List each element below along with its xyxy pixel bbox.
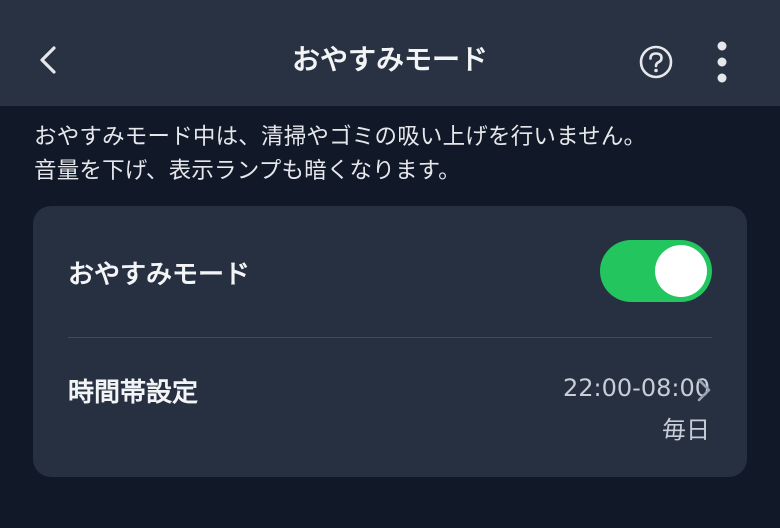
sleep-mode-toggle[interactable] <box>600 240 712 302</box>
chevron-left-icon <box>40 46 56 74</box>
time-range-label: 時間帯設定 <box>68 378 199 408</box>
chevron-right-icon <box>697 378 711 402</box>
toggle-knob <box>655 245 707 297</box>
app-header: おやすみモード <box>0 0 780 106</box>
time-range-value: 22:00-08:00 <box>563 374 710 402</box>
sleep-mode-description: おやすみモード中は、清掃やゴミの吸い上げを行いません。 音量を下げ、表示ランプも… <box>34 120 754 188</box>
help-button[interactable] <box>636 44 676 84</box>
more-menu-button[interactable] <box>708 38 736 86</box>
question-circle-icon <box>639 45 673 79</box>
more-vertical-icon <box>717 41 727 83</box>
back-button[interactable] <box>28 38 68 82</box>
time-range-repeat: 毎日 <box>662 416 710 444</box>
description-line-2: 音量を下げ、表示ランプも暗くなります。 <box>34 158 461 184</box>
sleep-mode-label: おやすみモード <box>68 260 251 290</box>
description-line-1: おやすみモード中は、清掃やゴミの吸い上げを行いません。 <box>34 124 647 150</box>
